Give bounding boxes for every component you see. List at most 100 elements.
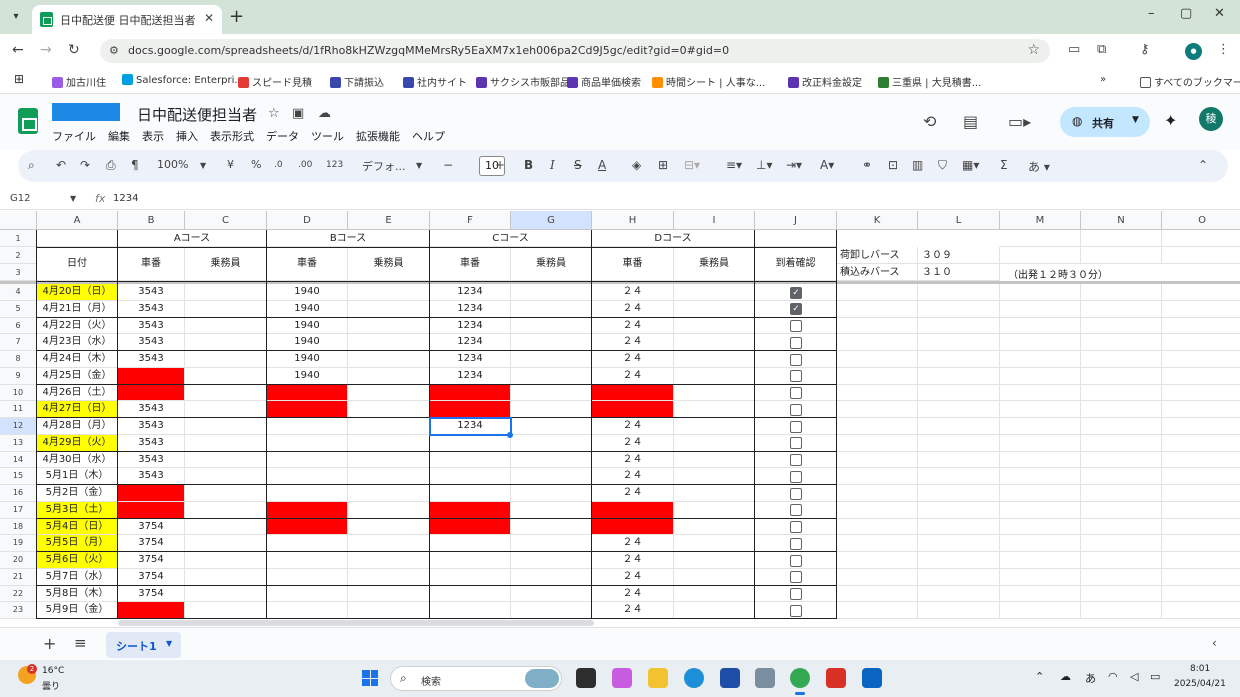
- clock-time[interactable]: 8:01: [1190, 664, 1210, 674]
- maximize-icon[interactable]: ▢: [1180, 6, 1192, 21]
- empty-cell[interactable]: [837, 602, 918, 619]
- course-a-car-cell[interactable]: [118, 367, 185, 385]
- column-header-g[interactable]: G: [511, 211, 592, 230]
- course-c-crew-cell[interactable]: [511, 552, 592, 569]
- course-header[interactable]: Cコース: [430, 230, 592, 247]
- course-a-crew-cell[interactable]: [185, 585, 267, 603]
- row-header[interactable]: 10: [0, 384, 37, 402]
- course-a-car-cell[interactable]: 3543: [118, 317, 185, 335]
- empty-cell[interactable]: [837, 401, 918, 418]
- empty-cell[interactable]: [918, 451, 1000, 469]
- course-c-crew-cell[interactable]: [511, 451, 592, 469]
- text-color-icon[interactable]: A: [598, 158, 606, 172]
- car-number-header[interactable]: 車番: [267, 247, 348, 281]
- course-b-car-cell[interactable]: [267, 451, 348, 469]
- fill-color-icon[interactable]: ◈: [632, 158, 641, 172]
- date-cell[interactable]: 4月30日（水）: [37, 451, 118, 469]
- active-cell-selection[interactable]: [429, 417, 512, 436]
- empty-cell[interactable]: [1000, 230, 1081, 247]
- date-cell[interactable]: 5月6日（火）: [37, 552, 118, 569]
- course-c-car-cell[interactable]: 1234: [430, 367, 511, 385]
- empty-cell[interactable]: [1162, 452, 1240, 469]
- empty-cell[interactable]: [918, 367, 1000, 385]
- course-d-car-cell[interactable]: ２４: [592, 367, 674, 385]
- course-d-car-cell[interactable]: ２４: [592, 602, 674, 619]
- course-d-crew-cell[interactable]: [674, 317, 755, 335]
- course-a-car-cell[interactable]: [118, 384, 185, 402]
- course-b-crew-cell[interactable]: [348, 418, 430, 435]
- course-d-crew-cell[interactable]: [674, 602, 755, 619]
- course-d-crew-cell[interactable]: [674, 401, 755, 418]
- empty-cell[interactable]: [1000, 501, 1081, 519]
- empty-cell[interactable]: [1000, 518, 1081, 536]
- menu-item[interactable]: 編集: [108, 128, 130, 144]
- bookmark-item[interactable]: 社内サイト: [403, 74, 467, 89]
- course-c-crew-cell[interactable]: [511, 300, 592, 318]
- course-c-car-cell[interactable]: 1234: [430, 351, 511, 368]
- course-d-crew-cell[interactable]: [674, 284, 755, 301]
- empty-cell[interactable]: [837, 568, 918, 586]
- empty-cell[interactable]: [1000, 384, 1081, 402]
- course-b-crew-cell[interactable]: [348, 518, 430, 536]
- font-chevron-icon[interactable]: ▼: [416, 161, 422, 170]
- bookmark-item[interactable]: 時間シート | 人事な...: [652, 74, 765, 89]
- corner-cell[interactable]: [0, 211, 37, 230]
- menu-item[interactable]: 表示: [142, 128, 164, 144]
- course-d-crew-cell[interactable]: [674, 418, 755, 435]
- column-header-d[interactable]: D: [267, 211, 348, 230]
- course-a-crew-cell[interactable]: [185, 451, 267, 469]
- course-b-crew-cell[interactable]: [348, 535, 430, 552]
- bookmark-item[interactable]: 改正料金設定: [788, 74, 862, 89]
- course-a-car-cell[interactable]: 3543: [118, 451, 185, 469]
- course-b-crew-cell[interactable]: [348, 434, 430, 452]
- all-bookmarks-folder[interactable]: すべてのブックマーク: [1140, 74, 1240, 89]
- course-b-crew-cell[interactable]: [348, 468, 430, 485]
- course-c-crew-cell[interactable]: [511, 535, 592, 552]
- course-a-crew-cell[interactable]: [185, 334, 267, 351]
- course-d-crew-cell[interactable]: [674, 367, 755, 385]
- empty-cell[interactable]: [918, 485, 1000, 502]
- chevron-down-icon[interactable]: ▼: [1132, 115, 1139, 125]
- empty-cell[interactable]: [1081, 552, 1162, 569]
- course-c-crew-cell[interactable]: [511, 334, 592, 351]
- empty-cell[interactable]: [837, 501, 918, 519]
- print-icon[interactable]: ⎙: [106, 158, 116, 173]
- bookmark-item[interactable]: 三重県 | 大見積書...: [878, 74, 981, 89]
- name-box[interactable]: G12: [10, 193, 30, 204]
- row-header[interactable]: 23: [0, 602, 37, 619]
- onedrive-icon[interactable]: ☁: [1060, 670, 1071, 683]
- empty-cell[interactable]: [1162, 418, 1240, 435]
- course-a-crew-cell[interactable]: [185, 568, 267, 586]
- course-a-crew-cell[interactable]: [185, 351, 267, 368]
- car-number-header[interactable]: 車番: [430, 247, 511, 281]
- site-info-icon[interactable]: ⚙: [109, 44, 119, 57]
- cast-icon[interactable]: ▭: [1068, 42, 1080, 57]
- course-a-crew-cell[interactable]: [185, 300, 267, 318]
- course-c-crew-cell[interactable]: [511, 485, 592, 502]
- course-d-car-cell[interactable]: ２４: [592, 585, 674, 603]
- empty-cell[interactable]: [1081, 367, 1162, 385]
- course-a-car-cell[interactable]: [118, 501, 185, 519]
- column-header-e[interactable]: E: [348, 211, 430, 230]
- course-a-car-cell[interactable]: 3543: [118, 334, 185, 351]
- unload-berth-label[interactable]: 荷卸しバース: [837, 247, 918, 264]
- vertical-align-icon[interactable]: ⊥▾: [756, 158, 772, 172]
- empty-cell[interactable]: [1162, 230, 1240, 247]
- course-a-crew-cell[interactable]: [185, 518, 267, 536]
- empty-cell[interactable]: [1162, 351, 1240, 368]
- empty-cell[interactable]: [918, 384, 1000, 402]
- date-cell[interactable]: 4月26日（土）: [37, 384, 118, 402]
- course-c-car-cell[interactable]: [430, 602, 511, 619]
- course-a-crew-cell[interactable]: [185, 468, 267, 485]
- more-formats-button[interactable]: 123: [326, 160, 343, 170]
- empty-cell[interactable]: [918, 351, 1000, 368]
- date-cell[interactable]: 4月27日（日）: [37, 401, 118, 418]
- course-a-crew-cell[interactable]: [185, 434, 267, 452]
- empty-cell[interactable]: [1000, 535, 1081, 552]
- bookmark-item[interactable]: サクシス市販部品: [476, 74, 570, 89]
- crew-header[interactable]: 乗務員: [674, 247, 755, 281]
- date-cell[interactable]: 4月20日（日）: [37, 284, 118, 301]
- course-b-car-cell[interactable]: 1940: [267, 351, 348, 368]
- empty-cell[interactable]: [1081, 334, 1162, 351]
- more-bookmarks-icon[interactable]: »: [1100, 74, 1106, 85]
